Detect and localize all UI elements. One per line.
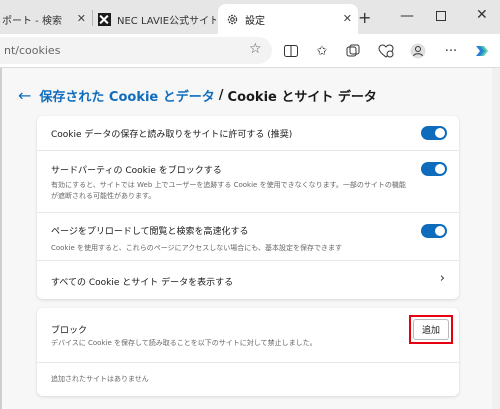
- add-button[interactable]: 追加: [413, 319, 449, 340]
- extensions-icon[interactable]: [378, 43, 394, 59]
- breadcrumb-parent-link[interactable]: 保存された Cookie とデータ: [39, 86, 214, 105]
- profile-icon[interactable]: [410, 43, 426, 59]
- empty-list-text: 追加されたサイトはありません: [51, 375, 149, 383]
- preload-toggle[interactable]: [421, 224, 447, 238]
- window-close-button[interactable]: ✕: [476, 7, 488, 23]
- maximize-button[interactable]: [436, 11, 446, 21]
- collections-icon[interactable]: [345, 43, 361, 59]
- block-card: ブロック デバイスに Cookie を保存して読み取ることを以下のサイトに対して…: [37, 308, 459, 396]
- favorites-icon[interactable]: ✩: [314, 43, 330, 59]
- block-description: デバイスに Cookie を保存して読み取ることを以下のサイトに対して禁止しまし…: [51, 339, 317, 347]
- nec-favicon-icon: [98, 12, 111, 26]
- see-all-cookies-link[interactable]: すべての Cookie とサイト データを表示する ›: [37, 260, 459, 299]
- add-button-highlight: 追加: [409, 315, 453, 344]
- setting-row-preload: ページをプリロードして閲覧と検索を高速化する Cookie を使用すると、これら…: [37, 212, 459, 260]
- setting-description: 有効にすると、サイトでは Web 上でユーザーを追跡する Cookie を使用で…: [51, 181, 406, 200]
- setting-row-allow-cookies: Cookie データの保存と読み取りをサイトに許可する (推奨): [37, 116, 459, 150]
- tab-title: NEC LAVIE公式サイト > サ: [117, 15, 216, 27]
- tab-nec[interactable]: NEC LAVIE公式サイト > サ: [92, 4, 216, 34]
- tab-title: ポート - 検索: [2, 15, 62, 27]
- scrollbar[interactable]: [492, 68, 500, 409]
- tab-strip: ポート - 検索 ✕ NEC LAVIE公式サイト > サ 設定 ✕ + — ✕: [0, 0, 500, 34]
- new-tab-button[interactable]: +: [358, 8, 371, 27]
- tab-search[interactable]: ポート - 検索 ✕: [0, 4, 92, 34]
- allow-cookies-toggle[interactable]: [421, 126, 447, 140]
- address-bar[interactable]: nt/cookies ☆: [0, 37, 272, 64]
- setting-title: Cookie データの保存と読み取りをサイトに許可する (推奨): [51, 130, 293, 140]
- minimize-button[interactable]: —: [400, 8, 414, 24]
- setting-description: Cookie を使用すると、これらのページにアクセスしない場合にも、基本設定を保…: [51, 244, 343, 252]
- close-icon[interactable]: ✕: [77, 12, 86, 25]
- divider: [37, 362, 459, 363]
- content-edge: [0, 68, 2, 409]
- toggle-knob: [435, 164, 445, 174]
- star-icon[interactable]: ☆: [249, 41, 262, 57]
- more-icon[interactable]: ···: [443, 43, 459, 59]
- close-icon[interactable]: ✕: [343, 12, 352, 25]
- toggle-knob: [435, 128, 445, 138]
- settings-gear-icon: [226, 13, 239, 26]
- tab-settings[interactable]: 設定 ✕: [218, 4, 358, 34]
- split-screen-icon[interactable]: [283, 43, 299, 59]
- block-title: ブロック: [51, 326, 88, 336]
- page-title: Cookie とサイト データ: [227, 90, 377, 105]
- tab-title: 設定: [245, 15, 265, 27]
- chevron-right-icon: ›: [439, 271, 445, 286]
- setting-title: サードパーティの Cookie をブロックする: [51, 166, 222, 176]
- see-all-label: すべての Cookie とサイト データを表示する: [51, 278, 234, 288]
- address-url: nt/cookies: [4, 44, 61, 57]
- breadcrumb-separator: /: [218, 88, 224, 103]
- setting-title: ページをプリロードして閲覧と検索を高速化する: [51, 227, 249, 237]
- toggle-knob: [435, 226, 445, 236]
- setting-row-block-third-party: サードパーティの Cookie をブロックする 有効にすると、サイトでは Web…: [37, 150, 459, 212]
- back-arrow-icon[interactable]: ←: [18, 86, 31, 105]
- cookie-settings-card: Cookie データの保存と読み取りをサイトに許可する (推奨) サードパーティ…: [37, 116, 459, 299]
- browser-toolbar: nt/cookies ☆ ✩ ···: [0, 34, 500, 68]
- block-third-party-toggle[interactable]: [421, 162, 447, 176]
- breadcrumb: ← 保存された Cookie とデータ / Cookie とサイト データ: [18, 86, 377, 105]
- copilot-icon[interactable]: [473, 43, 489, 59]
